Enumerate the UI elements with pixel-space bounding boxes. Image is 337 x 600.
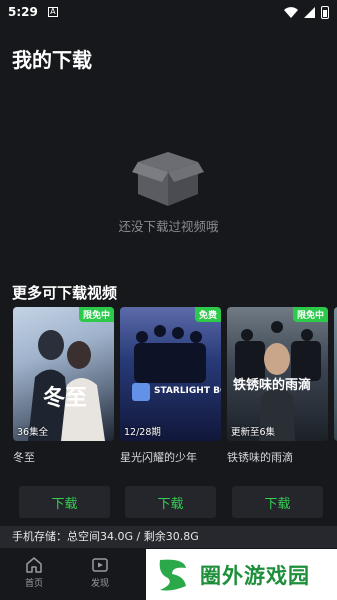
poster-art: STARLIGHT BOYS [132,325,221,401]
empty-box-icon [132,152,204,206]
poster-title-text: STARLIGHT BOYS [154,386,221,396]
free-badge: 限免中 [78,307,114,322]
poster-title-text: 冬至 [43,385,87,411]
free-badge: 限免中 [292,307,328,322]
download-button[interactable]: 下载 [232,486,323,518]
video-card[interactable]: STARLIGHT BOYS 免费 12/28期 星光闪耀的少年 [120,307,221,465]
poster-art: 冬至 [28,330,105,441]
video-card[interactable]: 铁锈味的雨滴 限免中 更新至6集 铁锈味的雨滴 [227,307,328,465]
video-poster[interactable]: 铁锈味的雨滴 限免中 更新至6集 [227,307,328,441]
video-title[interactable]: 铁锈味的雨滴 [227,449,328,465]
wifi-icon [284,6,298,18]
free-badge: 免费 [194,307,221,322]
video-title[interactable]: 冬至 [13,449,114,465]
discover-icon [92,558,108,572]
video-card-list: 冬至 限免中 36集全 冬至 STARLIGHT BOYS 免费 12/28期 … [12,307,337,467]
video-poster[interactable]: STARLIGHT BOYS 免费 12/28期 [120,307,221,441]
episode-count: 12/28期 [124,427,161,438]
status-icons [284,5,329,19]
nav-home[interactable]: 首页 [14,556,54,589]
download-button[interactable]: 下载 [19,486,110,518]
download-button[interactable]: 下载 [125,486,216,518]
status-bar: 5:29 A [0,0,337,24]
notification-icon: A [47,7,58,17]
watermark-text: 圈外游戏园 [200,563,310,588]
storage-info: 手机存储：总空间34.0G / 剩余30.8G [0,526,337,548]
page-title: 我的下载 [12,48,92,72]
poster-title-text: 铁锈味的雨滴 [232,377,311,393]
watermark: 圈外游戏园 [146,549,337,600]
nav-home-label: 首页 [24,579,43,589]
poster-art: 铁锈味的雨滴 [232,321,321,441]
empty-message: 还没下载过视频哦 [118,219,219,234]
nav-discover-label: 发现 [90,579,109,589]
video-poster[interactable]: 冬至 限免中 36集全 [13,307,114,441]
section-title: 更多可下载视频 [12,284,118,302]
episode-count: 更新至6集 [231,427,276,438]
episode-count: 36集全 [17,427,49,438]
home-icon [26,557,42,573]
video-title[interactable]: 星光闪耀的少年 [120,449,221,465]
battery-icon [321,5,329,19]
signal-icon [304,6,315,18]
nav-discover[interactable]: 发现 [80,556,120,589]
watermark-logo-icon [159,559,186,590]
video-card[interactable]: 冬至 限免中 36集全 冬至 [13,307,114,465]
status-time: 5:29 [8,5,38,19]
